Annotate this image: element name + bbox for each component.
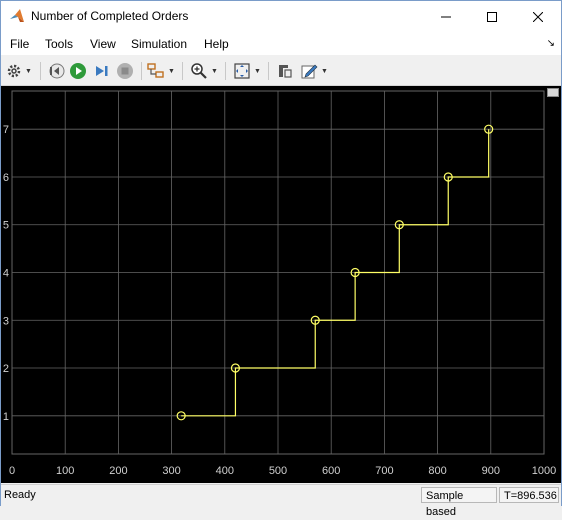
style-button[interactable]: ▼ [300, 60, 328, 82]
autoscale-icon [234, 63, 250, 79]
x-tick-label: 600 [322, 465, 340, 477]
y-tick-label: 6 [3, 172, 9, 184]
stop-button[interactable] [116, 60, 134, 82]
dropdown-arrow-icon: ▼ [25, 67, 32, 75]
dropdown-arrow-icon: ▼ [321, 67, 328, 75]
y-tick-label: 2 [3, 363, 9, 375]
x-tick-label: 1000 [532, 465, 556, 477]
x-tick-label: 400 [216, 465, 234, 477]
status-text: Ready [4, 489, 36, 501]
pin-menu-icon[interactable]: ↘ [547, 38, 555, 49]
y-tick-label: 4 [3, 268, 9, 280]
stop-icon [117, 63, 133, 79]
style-icon [301, 64, 318, 79]
step-forward-icon [96, 66, 108, 76]
simulation-time-indicator: T=896.536 [499, 487, 559, 503]
y-tick-label: 3 [3, 315, 9, 327]
gear-icon [7, 64, 21, 78]
triggers-icon [147, 63, 164, 78]
scope-plot[interactable]: 0 100 200 300 400 500 600 700 800 900 1000 1 2 3 4 5 6 7 [1, 86, 561, 483]
zoom-button[interactable]: ▼ [190, 60, 218, 82]
close-icon [533, 12, 543, 22]
minimize-button[interactable] [423, 1, 469, 33]
x-tick-label: 500 [269, 465, 287, 477]
cursor-measurements-icon [279, 65, 292, 78]
x-tick-label: 200 [109, 465, 127, 477]
title-bar[interactable]: Number of Completed Orders [1, 1, 561, 33]
plot-area[interactable]: 0 100 200 300 400 500 600 700 800 900 1000 1 2 3 4 5 6 7 [1, 86, 561, 483]
toolbar-separator [182, 62, 183, 80]
configuration-button[interactable]: ▼ [6, 60, 32, 82]
x-tick-label: 300 [162, 465, 180, 477]
menu-simulation[interactable]: Simulation [131, 37, 187, 51]
dropdown-arrow-icon: ▼ [254, 67, 261, 75]
toolbar-separator [141, 62, 142, 80]
y-tick-label: 7 [3, 124, 9, 136]
maximize-button[interactable] [469, 1, 515, 33]
step-back-button[interactable] [47, 60, 65, 82]
status-bar: Ready Sample based T=896.536 [1, 484, 561, 518]
y-tick-label: 1 [3, 411, 9, 423]
maximize-icon [487, 12, 497, 22]
autoscale-button[interactable]: ▼ [233, 60, 261, 82]
step-back-icon [49, 63, 65, 79]
menu-view[interactable]: View [90, 37, 116, 51]
toolbar: ▼ ▼ ▼ ▼ ▼ [1, 57, 561, 86]
x-tick-label: 700 [375, 465, 393, 477]
menu-bar: File Tools View Simulation Help ↘ [1, 33, 561, 55]
run-icon [70, 63, 86, 79]
zoom-icon [191, 63, 207, 79]
toolbar-separator [40, 62, 41, 80]
menu-file[interactable]: File [10, 37, 29, 51]
matlab-logo-icon [10, 9, 24, 22]
x-tick-label: 100 [56, 465, 74, 477]
step-forward-button[interactable] [93, 60, 111, 82]
dropdown-arrow-icon: ▼ [168, 67, 175, 75]
x-tick-label: 800 [428, 465, 446, 477]
cursor-measurements-button[interactable] [276, 60, 294, 82]
sample-mode-indicator: Sample based [421, 487, 497, 518]
x-tick-label: 0 [9, 465, 15, 477]
minimize-icon [441, 16, 451, 18]
dropdown-arrow-icon: ▼ [211, 67, 218, 75]
run-button[interactable] [69, 60, 87, 82]
window-title: Number of Completed Orders [31, 9, 189, 23]
y-tick-label: 5 [3, 220, 9, 232]
scope-window: Number of Completed Orders File Tools Vi… [0, 0, 562, 518]
toolbar-separator [225, 62, 226, 80]
toolbar-separator [268, 62, 269, 80]
undock-icon[interactable] [547, 88, 559, 97]
close-button[interactable] [515, 1, 561, 33]
triggers-button[interactable]: ▼ [147, 60, 175, 82]
x-tick-label: 900 [482, 465, 500, 477]
menu-tools[interactable]: Tools [45, 37, 73, 51]
menu-help[interactable]: Help [204, 37, 229, 51]
